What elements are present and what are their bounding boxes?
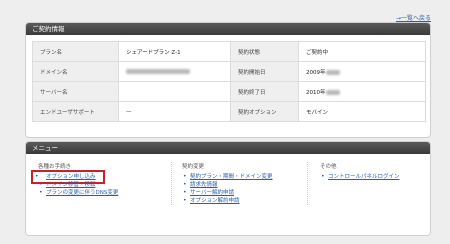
server-cancel-link[interactable]: • サーバー解約申請 [182, 189, 307, 197]
table-row: エンドユーザサポート — 契約オプション モバイン [32, 101, 426, 122]
contract-status-value: ご契約中 [298, 41, 426, 62]
bullet-icon: • [183, 173, 187, 180]
control-panel-login-link[interactable]: • コントロールパネルログイン [320, 173, 420, 181]
contract-change-column: 契約変更 • 契約プラン・期間・ドメイン変更 • 請求先情報 • サーバー解約申請 •… [171, 162, 307, 205]
other-column: その他 • コントロールパネルログイン [307, 162, 420, 205]
plan-name-label: プラン名 [32, 41, 119, 62]
server-name-label: サーバー名 [32, 81, 119, 102]
bullet-icon: • [183, 181, 187, 188]
contract-change-heading: 契約変更 [182, 164, 205, 170]
menu-panel: メニュー 各種お手続き • オプション申し込み • ドメイン移管・移転 • プランの変… [25, 141, 431, 236]
server-name-value [118, 81, 231, 102]
end-date-value: 2010年 [298, 81, 426, 102]
bullet-icon: • [39, 189, 43, 196]
redacted-domain [126, 68, 190, 74]
start-date-value: 2009年 [298, 61, 426, 82]
table-row: サーバー名 契約終了日 2010年 [32, 81, 426, 102]
redacted-date [325, 89, 340, 95]
plan-name-value: シェアードプラン Z-1 [118, 41, 231, 62]
enduser-support-value: — [118, 101, 231, 122]
contract-option-value: モバイン [298, 101, 426, 122]
contract-status-label: 契約状態 [230, 41, 299, 62]
domain-name-value [118, 61, 231, 82]
contract-info-table: プラン名 シェアードプラン Z-1 契約状態 ご契約中 ドメイン名 契約開始日 … [32, 41, 426, 122]
start-date-label: 契約開始日 [230, 61, 299, 82]
procedures-column: 各種お手続き • オプション申し込み • ドメイン移管・移転 • プランの変更に伴うD… [31, 162, 171, 205]
domain-transfer-link[interactable]: • ドメイン移管・移転 [38, 181, 171, 189]
bullet-icon: • [321, 173, 325, 180]
billing-info-link[interactable]: • 請求先情報 [182, 181, 307, 189]
enduser-support-label: エンドユーザサポート [32, 101, 119, 122]
procedures-heading: 各種お手続き [38, 164, 72, 170]
bullet-icon: • [183, 189, 187, 196]
end-date-label: 契約終了日 [230, 81, 299, 102]
table-row: ドメイン名 契約開始日 2009年 [32, 61, 426, 82]
option-apply-link[interactable]: • オプション申し込み [31, 170, 105, 184]
menu-header: メニュー [26, 142, 430, 154]
contract-option-label: 契約オプション [230, 101, 299, 122]
contract-info-panel: ご契約情報 プラン名 シェアードプラン Z-1 契約状態 ご契約中 ドメイン名 … [25, 22, 431, 138]
dns-change-link[interactable]: • プランの変更に伴うDNS変更 [38, 189, 171, 197]
other-heading: その他 [320, 164, 337, 170]
domain-name-label: ドメイン名 [32, 61, 119, 82]
bullet-icon: • [39, 181, 43, 188]
option-cancel-link[interactable]: • オプション解約申請 [182, 197, 307, 205]
contract-info-header: ご契約情報 [26, 23, 430, 35]
table-row: プラン名 シェアードプラン Z-1 契約状態 ご契約中 [32, 41, 426, 62]
back-to-list-link[interactable]: →一覧へ戻る [396, 13, 431, 22]
redacted-date [325, 69, 340, 75]
plan-change-link[interactable]: • 契約プラン・期間・ドメイン変更 [182, 173, 307, 181]
bullet-icon: • [35, 173, 39, 180]
bullet-icon: • [183, 197, 187, 204]
